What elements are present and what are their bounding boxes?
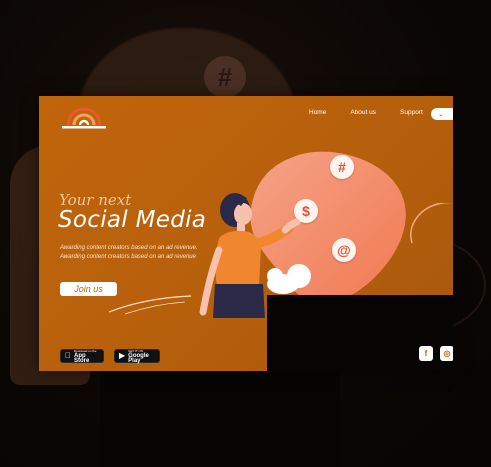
decorative-ring [404, 201, 453, 283]
nav-language-toggle[interactable]: ⌄ [431, 108, 453, 120]
person-illustration [199, 193, 301, 318]
nav-item-home[interactable]: Home [309, 109, 326, 116]
app-store-badge[interactable]:  Download on the App Store [60, 349, 104, 364]
at-sign-bubble-icon: @ [332, 238, 356, 262]
hashtag-bubble-icon: # [330, 155, 354, 179]
facebook-icon[interactable]: f [419, 346, 433, 361]
hero-title: Social Media [58, 207, 207, 233]
play-icon: ▶ [119, 351, 126, 360]
nav-item-about-us[interactable]: About us [350, 109, 376, 116]
nav-item-support[interactable]: Support [400, 109, 423, 116]
brand-logo-icon[interactable] [60, 105, 108, 131]
decorative-swoosh-icon [108, 295, 192, 315]
apple-icon:  [65, 352, 71, 360]
google-play-badge[interactable]: ▶ GET IT ON Google Play [114, 349, 160, 364]
background-hash-icon: # [204, 56, 246, 98]
app-store-label: App Store [68, 353, 97, 364]
landing-card: Home About us Support ⌄ Your next Social… [39, 96, 453, 371]
top-nav: Home About us Support [309, 109, 423, 116]
instagram-icon[interactable]: ◎ [440, 346, 453, 361]
google-play-label: Google Play [128, 352, 149, 364]
screen: # Home About us Support ⌄ Your next Soci… [0, 0, 491, 467]
chevron-down-icon: ⌄ [438, 111, 444, 118]
hero-description: Awarding content creators based on an ad… [60, 245, 198, 260]
background-dark-panel [100, 372, 340, 467]
